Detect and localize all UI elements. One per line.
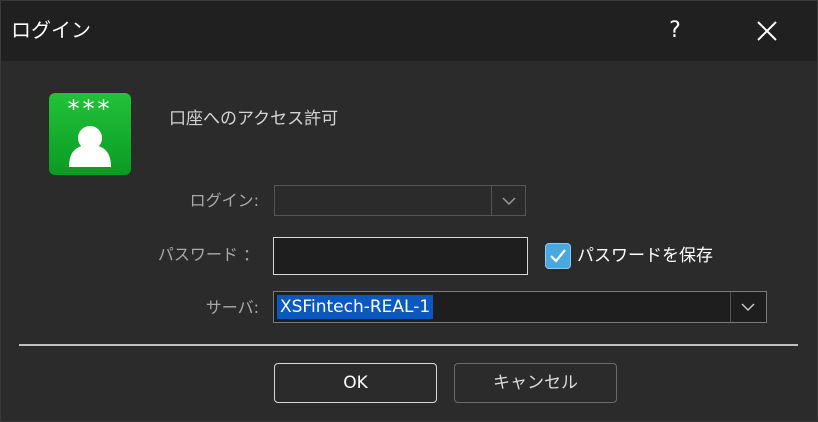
ok-button[interactable]: OK: [274, 363, 437, 403]
login-label: ログイン:: [189, 191, 259, 210]
user-silhouette-icon: [69, 126, 111, 167]
login-combobox[interactable]: [274, 185, 526, 216]
check-icon: [550, 249, 566, 263]
password-label: パスワード ：: [157, 245, 259, 264]
server-dropdown-button[interactable]: [730, 292, 766, 322]
close-icon: [757, 21, 777, 41]
help-icon: ?: [669, 18, 681, 43]
window-title: ログイン: [11, 18, 91, 42]
user-key-icon: ***: [49, 93, 131, 175]
server-label: サーバ:: [205, 298, 259, 317]
server-combobox[interactable]: XSFintech-REAL-1: [273, 291, 767, 323]
cancel-button[interactable]: キャンセル: [454, 363, 617, 403]
separator: [19, 344, 798, 346]
login-dialog: ログイン ? *** 口座へのアクセス許可 ログイン: パスワード ： パスワー…: [0, 0, 818, 422]
login-dropdown-button[interactable]: [491, 186, 525, 215]
save-password-checkbox[interactable]: [545, 243, 571, 269]
chevron-down-icon: [502, 197, 516, 206]
help-button[interactable]: ?: [651, 9, 699, 53]
chevron-down-icon: [741, 303, 755, 312]
close-button[interactable]: [743, 9, 791, 53]
dialog-heading: 口座へのアクセス許可: [169, 109, 339, 129]
password-input[interactable]: [273, 237, 528, 275]
server-value[interactable]: XSFintech-REAL-1: [277, 295, 434, 319]
save-password-label[interactable]: パスワードを保存: [577, 244, 713, 268]
title-bar: ログイン ?: [1, 1, 817, 61]
